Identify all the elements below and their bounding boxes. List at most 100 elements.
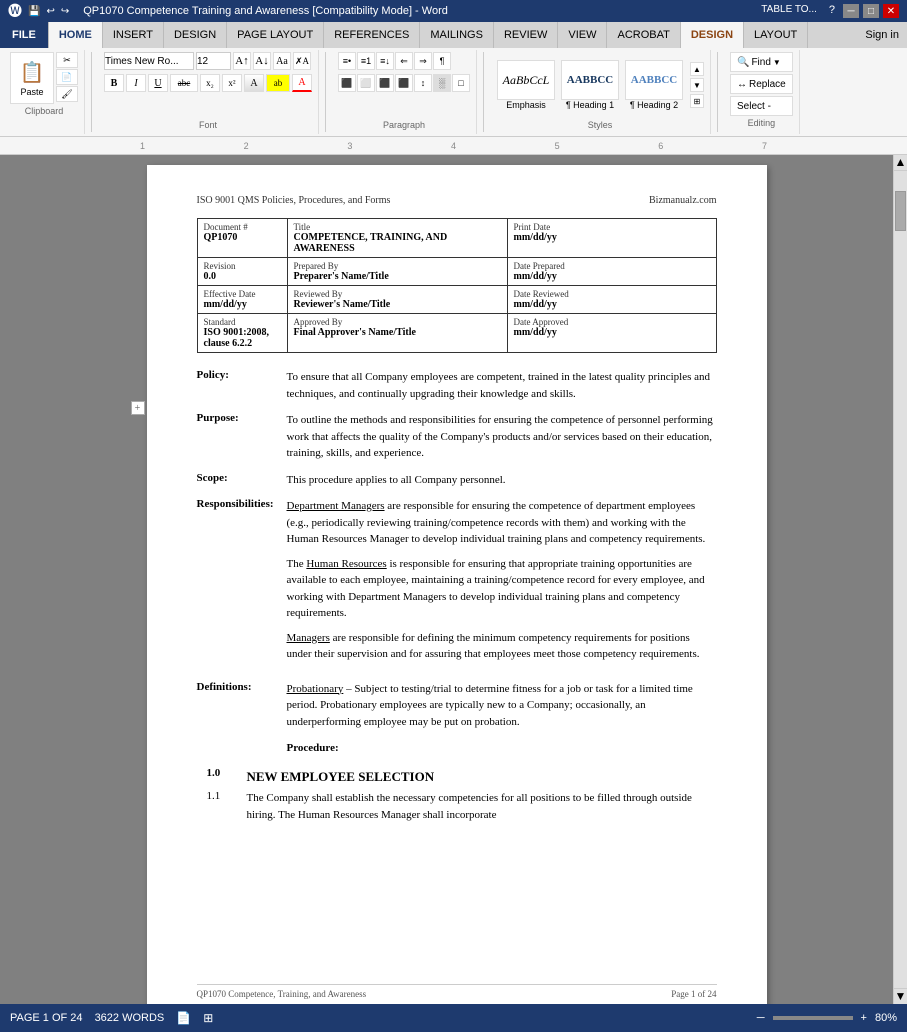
close-button[interactable]: ✕ xyxy=(883,4,899,18)
layout-icon[interactable]: 📄 xyxy=(176,1011,191,1025)
ribbon-group-clipboard: 📋 Paste ✂ 📄 🖌 Clipboard xyxy=(4,50,85,134)
zoom-out-button[interactable]: ─ xyxy=(757,1012,765,1024)
styles-more-button[interactable]: ⊞ xyxy=(690,94,704,108)
tab-mailings[interactable]: MAILINGS xyxy=(420,22,494,48)
sign-in[interactable]: Sign in xyxy=(857,22,907,48)
vertical-scrollbar[interactable]: ▲ ▼ xyxy=(893,155,907,1004)
scroll-down-button[interactable]: ▼ xyxy=(894,988,907,1004)
footer-right: Page 1 of 24 xyxy=(671,989,716,999)
paste-button[interactable]: 📋 Paste xyxy=(10,52,54,104)
numbering-button[interactable]: ≡1 xyxy=(357,52,375,70)
tab-table-layout[interactable]: LAYOUT xyxy=(744,22,808,48)
scope-label: Scope: xyxy=(197,472,287,489)
clipboard-small-buttons: ✂ 📄 🖌 xyxy=(56,52,78,104)
quick-access-redo[interactable]: ↪ xyxy=(61,6,69,17)
align-left-button[interactable]: ⬛ xyxy=(338,74,356,92)
section-1-1-num: 1.1 xyxy=(207,790,247,823)
tab-design[interactable]: DESIGN xyxy=(164,22,227,48)
hr-link[interactable]: Human Resources xyxy=(306,558,386,570)
table-cell[interactable]: Document # QP1070 xyxy=(197,219,287,258)
italic-button[interactable]: I xyxy=(126,74,146,92)
style-heading1-preview[interactable]: AABBCC xyxy=(561,60,619,100)
decrease-indent-button[interactable]: ⇐ xyxy=(395,52,413,70)
responsibilities-para3: Managers are responsible for defining th… xyxy=(287,630,717,663)
help-button[interactable]: ? xyxy=(829,4,835,18)
table-cell[interactable]: Title COMPETENCE, TRAINING, AND AWARENES… xyxy=(287,219,507,258)
justify-button[interactable]: ⬛ xyxy=(395,74,413,92)
styles-down-arrow[interactable]: ▼ xyxy=(690,78,704,92)
shrink-font-button[interactable]: A↓ xyxy=(253,52,271,70)
style-emphasis-preview[interactable]: AaBbCcL xyxy=(497,60,555,100)
scroll-thumb[interactable] xyxy=(895,191,906,231)
highlight-button[interactable]: ab xyxy=(266,74,290,92)
increase-indent-button[interactable]: ⇒ xyxy=(414,52,432,70)
style-heading1: AABBCC ¶ Heading 1 xyxy=(560,60,620,110)
replace-button[interactable]: ↔ Replace xyxy=(730,74,793,94)
tab-table-design[interactable]: DESIGN xyxy=(681,22,744,48)
strikethrough-button[interactable]: abc xyxy=(170,74,198,92)
tab-review[interactable]: REVIEW xyxy=(494,22,558,48)
bullets-button[interactable]: ≡• xyxy=(338,52,356,70)
multilevel-button[interactable]: ≡↓ xyxy=(376,52,394,70)
table-cell[interactable]: Approved By Final Approver's Name/Title xyxy=(287,314,507,353)
bold-button[interactable]: B xyxy=(104,74,124,92)
table-cell[interactable]: Date Prepared mm/dd/yy xyxy=(507,258,716,286)
align-center-button[interactable]: ⬜ xyxy=(357,74,375,92)
tab-view[interactable]: VIEW xyxy=(558,22,607,48)
font-color-button[interactable]: A xyxy=(292,74,312,92)
scroll-up-button[interactable]: ▲ xyxy=(894,155,907,171)
tab-acrobat[interactable]: ACROBAT xyxy=(607,22,680,48)
border-button[interactable]: □ xyxy=(452,74,470,92)
change-case-button[interactable]: Aa xyxy=(273,52,291,70)
clear-formatting-button[interactable]: ✗A xyxy=(293,52,311,70)
managers-link[interactable]: Managers xyxy=(287,632,330,644)
table-cell[interactable]: Reviewed By Reviewer's Name/Title xyxy=(287,286,507,314)
grow-font-button[interactable]: A↑ xyxy=(233,52,251,70)
quick-access-save[interactable]: 💾 xyxy=(28,6,40,17)
underline-button[interactable]: U xyxy=(148,74,168,92)
superscript-button[interactable]: x² xyxy=(222,74,242,92)
effective-date-label: Effective Date xyxy=(204,289,281,299)
font-name-input[interactable] xyxy=(104,52,194,70)
add-row-button[interactable]: + xyxy=(131,401,145,415)
tab-home[interactable]: HOME xyxy=(49,22,103,48)
find-button[interactable]: 🔍 Find ▼ xyxy=(730,52,793,72)
tab-references[interactable]: REFERENCES xyxy=(324,22,420,48)
select-button[interactable]: Select - xyxy=(730,96,793,116)
table-cell[interactable]: Date Reviewed mm/dd/yy xyxy=(507,286,716,314)
table-cell[interactable]: Standard ISO 9001:2008, clause 6.2.2 xyxy=(197,314,287,353)
table-cell[interactable]: Prepared By Preparer's Name/Title xyxy=(287,258,507,286)
cut-button[interactable]: ✂ xyxy=(56,52,78,68)
quick-access-undo[interactable]: ↩ xyxy=(46,6,54,17)
tab-insert[interactable]: INSERT xyxy=(103,22,164,48)
table-cell[interactable]: Effective Date mm/dd/yy xyxy=(197,286,287,314)
window-controls: TABLE TO... ? ─ □ ✕ xyxy=(761,4,899,18)
layout-view-icon[interactable]: ⊞ xyxy=(203,1011,213,1025)
table-cell[interactable]: Print Date mm/dd/yy xyxy=(507,219,716,258)
date-prepared-value: mm/dd/yy xyxy=(514,271,710,282)
copy-button[interactable]: 📄 xyxy=(56,69,78,85)
shading-button[interactable]: ░ xyxy=(433,74,451,92)
dept-managers-link[interactable]: Department Managers xyxy=(287,500,385,512)
tab-file[interactable]: FILE xyxy=(0,22,49,48)
section-1-1: 1.1 The Company shall establish the nece… xyxy=(207,790,717,823)
format-painter-button[interactable]: 🖌 xyxy=(56,86,78,102)
styles-up-arrow[interactable]: ▲ xyxy=(690,62,704,76)
minimize-button[interactable]: ─ xyxy=(843,4,859,18)
zoom-in-button[interactable]: + xyxy=(861,1012,867,1024)
align-right-button[interactable]: ⬛ xyxy=(376,74,394,92)
maximize-button[interactable]: □ xyxy=(863,4,879,18)
policy-section: Policy: To ensure that all Company emplo… xyxy=(197,369,717,402)
font-size-input[interactable] xyxy=(196,52,231,70)
text-effect-button[interactable]: A xyxy=(244,74,264,92)
tab-page-layout[interactable]: PAGE LAYOUT xyxy=(227,22,324,48)
style-heading2-preview[interactable]: AABBCC xyxy=(625,60,683,100)
table-cell[interactable]: Date Approved mm/dd/yy xyxy=(507,314,716,353)
line-spacing-button[interactable]: ↕ xyxy=(414,74,432,92)
styles-content: AaBbCcL Emphasis AABBCC ¶ Heading 1 AABB… xyxy=(496,52,704,118)
table-cell[interactable]: Revision 0.0 xyxy=(197,258,287,286)
show-marks-button[interactable]: ¶ xyxy=(433,52,451,70)
table-row: Effective Date mm/dd/yy Reviewed By Revi… xyxy=(197,286,716,314)
subscript-button[interactable]: x₂ xyxy=(200,74,220,92)
zoom-slider[interactable] xyxy=(773,1016,853,1020)
